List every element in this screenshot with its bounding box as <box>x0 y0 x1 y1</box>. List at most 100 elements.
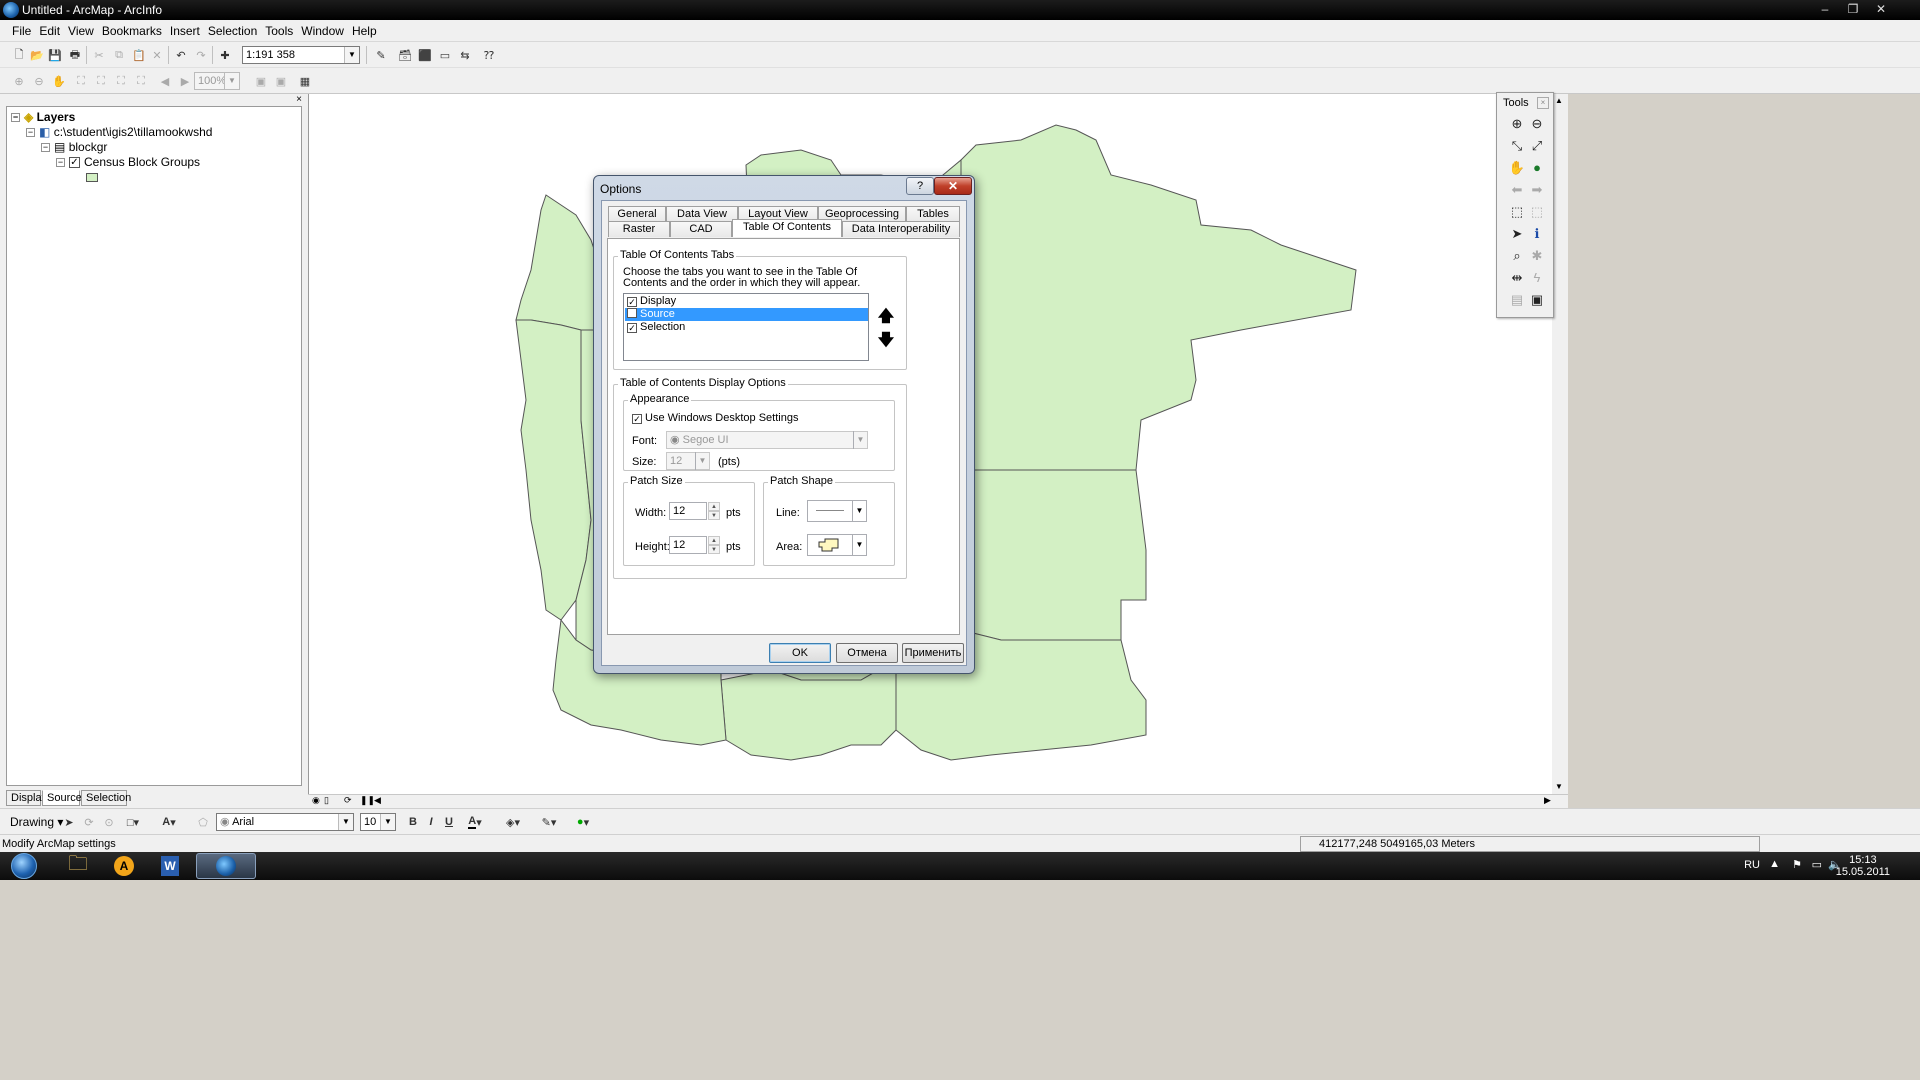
redo-icon[interactable]: ↷ <box>192 46 210 64</box>
italic-button[interactable]: I <box>422 813 440 831</box>
word-taskbar-icon[interactable]: W <box>140 853 200 879</box>
underline-button[interactable]: U <box>440 813 458 831</box>
tab-general[interactable]: General <box>608 206 666 222</box>
menu-edit[interactable]: Edit <box>35 20 64 42</box>
drawing-menu[interactable]: Drawing ▾ <box>10 815 63 829</box>
identify-icon[interactable]: ℹ <box>1528 225 1546 243</box>
fixed-zoom-out-icon[interactable]: ⛶ <box>132 72 150 90</box>
clear-selection-icon[interactable]: ⬚ <box>1528 203 1546 221</box>
menu-window[interactable]: Window <box>297 20 348 42</box>
whats-this-icon[interactable]: ⁇ <box>480 46 498 64</box>
create-viewer-icon[interactable]: ▣ <box>1528 291 1546 309</box>
rectangle-icon[interactable]: □▾ <box>124 813 142 831</box>
tab-raster[interactable]: Raster <box>608 221 670 237</box>
cancel-button[interactable]: Отмена <box>836 643 898 663</box>
zoom-100-icon[interactable]: ⛶ <box>92 72 110 90</box>
move-up-icon[interactable]: 🡅 <box>876 307 896 327</box>
add-data-icon[interactable]: ✚ <box>216 46 234 64</box>
height-spinner[interactable]: ▲ ▼ <box>708 536 720 554</box>
select-elements-icon[interactable]: ➤ <box>1508 225 1526 243</box>
bold-button[interactable]: B <box>404 813 422 831</box>
copy-icon[interactable]: ⧉ <box>110 46 128 64</box>
close-window-button[interactable]: ✕ <box>1868 0 1894 18</box>
layer-symbol-patch[interactable] <box>86 173 98 182</box>
scroll-left-icon[interactable]: ◀ <box>374 795 381 806</box>
tab-table-of-contents[interactable]: Table Of Contents <box>732 219 842 237</box>
restore-button[interactable]: ❐ <box>1840 0 1866 18</box>
cut-icon[interactable]: ✂ <box>90 46 108 64</box>
toc-tab-source[interactable]: Source <box>42 790 82 806</box>
toggle-draft-icon[interactable]: ▣ <box>252 72 270 90</box>
fixed-zoom-in-icon[interactable]: ⛶ <box>112 72 130 90</box>
use-windows-settings-option[interactable]: ✓ Use Windows Desktop Settings <box>632 412 798 424</box>
command-line-icon[interactable]: ▭ <box>436 46 454 64</box>
zoom-to-selected-icon[interactable]: ⊙ <box>100 813 118 831</box>
marker-color-icon[interactable]: ● ▾ <box>574 813 592 831</box>
start-button[interactable] <box>4 852 44 880</box>
collapse-icon[interactable]: − <box>56 158 65 168</box>
show-hidden-icons-icon[interactable]: ▲ <box>1769 858 1780 870</box>
selection-checkbox[interactable]: ✓ <box>627 323 637 333</box>
scroll-right-icon[interactable]: ▶ <box>1544 795 1551 806</box>
collapse-icon[interactable]: − <box>26 128 35 138</box>
use-windows-settings-checkbox[interactable]: ✓ <box>632 414 642 424</box>
font-select[interactable]: ◉ Segoe UI ▼ <box>666 431 868 449</box>
line-patch-select[interactable]: ▼ <box>807 500 867 522</box>
measure-icon[interactable]: ⇹ <box>1508 269 1526 287</box>
paste-icon[interactable]: 📋 <box>130 46 148 64</box>
new-document-icon[interactable]: 🗋 <box>10 46 28 64</box>
scroll-down-icon[interactable]: ▼ <box>1555 782 1563 791</box>
print-icon[interactable]: 🖶 <box>66 46 84 64</box>
menu-selection[interactable]: Selection <box>204 20 261 42</box>
rotate-icon[interactable]: ⟳ <box>80 813 98 831</box>
undo-icon[interactable]: ↶ <box>172 46 190 64</box>
zoom-out-icon[interactable]: ⊖ <box>1528 115 1546 133</box>
width-spinner[interactable]: ▲ ▼ <box>708 502 720 520</box>
clock[interactable]: 15:13 15.05.2011 <box>1836 854 1890 878</box>
html-popup-icon[interactable]: ▤ <box>1508 291 1526 309</box>
toc-close-icon[interactable]: × <box>296 94 302 105</box>
scroll-up-icon[interactable]: ▲ <box>1555 96 1563 105</box>
list-item-selection[interactable]: ✓ Selection <box>625 321 868 334</box>
focus-data-frame-icon[interactable]: ▣ <box>272 72 290 90</box>
zoom-in-page-icon[interactable]: ⊕ <box>10 72 28 90</box>
list-item-display[interactable]: ✓ Display <box>625 295 868 308</box>
apply-button[interactable]: Применить <box>902 643 964 663</box>
font-color-icon[interactable]: A ▾ <box>466 813 484 831</box>
source-checkbox[interactable] <box>627 308 637 318</box>
menu-tools[interactable]: Tools <box>261 20 297 42</box>
dialog-close-button[interactable]: ✕ <box>934 177 972 195</box>
go-to-xy-icon[interactable]: ✱ <box>1528 247 1546 265</box>
save-icon[interactable]: 💾 <box>46 46 64 64</box>
pan-page-icon[interactable]: ✋ <box>50 72 68 90</box>
edit-vertices-icon[interactable]: ⬠ <box>194 813 212 831</box>
refresh-view-icon[interactable]: ⟳ <box>344 795 352 806</box>
ok-button[interactable]: OK <box>769 643 831 663</box>
menu-file[interactable]: File <box>8 20 35 42</box>
full-extent-icon[interactable]: ● <box>1528 159 1546 177</box>
text-tool-icon[interactable]: A ▾ <box>160 813 178 831</box>
collapse-icon[interactable]: − <box>41 143 50 153</box>
go-forward-icon[interactable]: ➡ <box>1528 181 1546 199</box>
action-center-icon[interactable]: ⚑ <box>1792 858 1802 871</box>
back-extent-icon[interactable]: ◀ <box>156 72 174 90</box>
delete-icon[interactable]: ✕ <box>148 46 166 64</box>
zoom-whole-page-icon[interactable]: ⛶ <box>72 72 90 90</box>
tab-cad[interactable]: CAD <box>670 221 732 237</box>
editor-toolbar-icon[interactable]: ✎ <box>372 46 390 64</box>
pause-drawing-icon[interactable]: ❚❚ <box>360 795 375 806</box>
font-size-combo[interactable]: 10 ▼ <box>360 813 396 831</box>
language-indicator[interactable]: RU <box>1744 859 1760 871</box>
toc-tab-display[interactable]: Display <box>6 790 47 806</box>
fixed-zoom-out-icon[interactable]: ⤢ <box>1528 137 1546 155</box>
select-features-icon[interactable]: ⬚ <box>1508 203 1526 221</box>
find-icon[interactable]: ⌕ <box>1508 247 1526 265</box>
hyperlink-icon[interactable]: ϟ <box>1528 269 1546 287</box>
arctoolbox-icon[interactable]: ⬛ <box>416 46 434 64</box>
open-folder-icon[interactable]: 📂 <box>28 46 46 64</box>
tab-tables[interactable]: Tables <box>906 206 960 222</box>
zoom-in-icon[interactable]: ⊕ <box>1508 115 1526 133</box>
map-scale-combo[interactable]: 1:191 358 ▼ <box>242 46 360 64</box>
height-input[interactable]: 12 <box>669 536 707 554</box>
font-name-combo[interactable]: ◉ Arial ▼ <box>216 813 354 831</box>
